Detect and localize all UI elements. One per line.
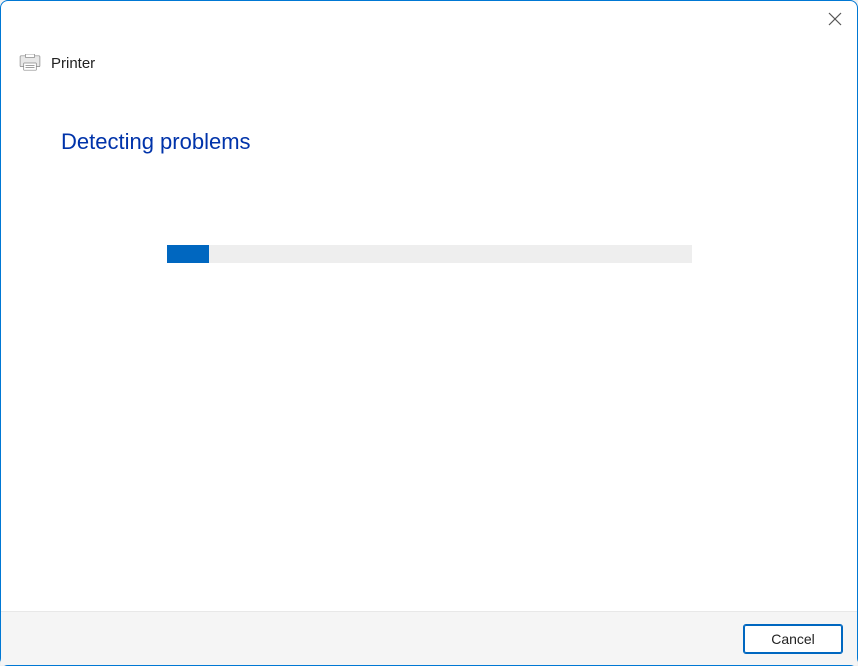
troubleshooter-window: Printer Detecting problems Cancel [0, 0, 858, 666]
close-button[interactable] [825, 9, 845, 29]
header-row: Printer [1, 41, 857, 73]
titlebar [1, 1, 857, 41]
content-area: Detecting problems [1, 73, 857, 611]
progress-fill [167, 245, 209, 263]
footer: Cancel [1, 611, 857, 665]
cancel-button[interactable]: Cancel [743, 624, 843, 654]
progress-container [61, 245, 797, 263]
header-title: Printer [51, 55, 95, 72]
close-icon [828, 12, 842, 26]
progress-bar [167, 245, 692, 263]
printer-icon [19, 53, 41, 73]
page-heading: Detecting problems [61, 129, 797, 155]
